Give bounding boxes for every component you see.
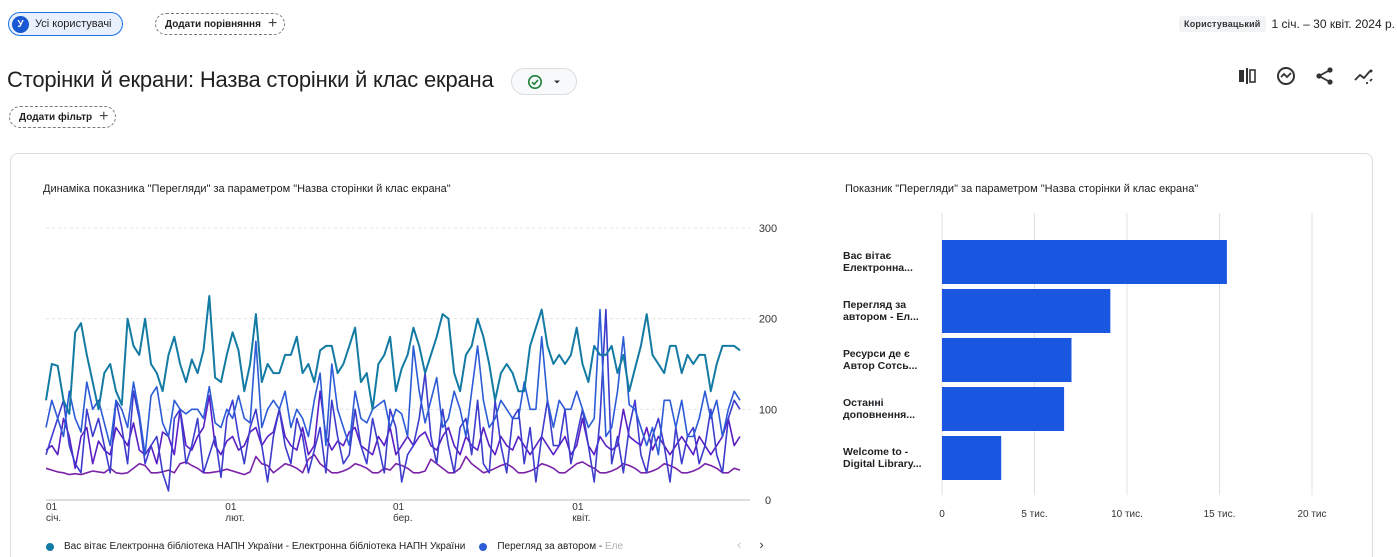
y-tick-label: 200 xyxy=(759,314,777,326)
legend-item-2-label: Перегляд за автором - xyxy=(497,541,605,552)
report-toolbar xyxy=(1236,65,1375,87)
x-tick-sublabel: бер. xyxy=(393,512,413,524)
legend-swatch-2 xyxy=(479,542,488,551)
x-tick-label: 01 xyxy=(572,502,584,513)
chevron-right-icon[interactable]: › xyxy=(759,537,763,552)
y-tick-label: 300 xyxy=(759,223,777,235)
legend-swatch-1 xyxy=(46,542,54,551)
chevron-left-icon[interactable]: ‹ xyxy=(737,537,741,552)
line-chart: 010020030001січ.01лют.01бер.01квіт. xyxy=(45,223,777,524)
date-range-picker[interactable]: Користувацький 1 січ. – 30 квіт. 2024 р. xyxy=(1179,16,1395,32)
x-tick-label: 01 xyxy=(393,502,405,513)
date-type-badge: Користувацький xyxy=(1179,16,1266,32)
bar-chart-title: Показник "Перегляди" за параметром "Назв… xyxy=(845,183,1199,195)
compare-icon[interactable] xyxy=(1236,65,1258,87)
legend-item-1[interactable]: Вас вітає Електронна бібліотека НАПН Укр… xyxy=(64,541,465,552)
legend-item-2-fade: Еле xyxy=(604,541,624,552)
series-line-5 xyxy=(45,453,741,476)
series-line-2 xyxy=(45,308,741,456)
series-line-1 xyxy=(45,295,741,415)
trend-icon[interactable] xyxy=(1353,65,1375,87)
share-icon[interactable] xyxy=(1314,65,1336,87)
y-tick-label: 0 xyxy=(765,495,771,507)
legend-pagination: ‹ › xyxy=(737,537,764,552)
line-chart-legend: Вас вітає Електронна бібліотека НАПН Укр… xyxy=(46,541,623,552)
y-tick-label: 100 xyxy=(759,404,777,416)
x-tick-label: 01 xyxy=(225,502,237,513)
x-tick-sublabel: квіт. xyxy=(572,513,590,524)
x-tick-sublabel: січ. xyxy=(46,513,61,524)
x-tick-label: 01 xyxy=(46,502,58,513)
legend-item-2[interactable]: Перегляд за автором - Еле xyxy=(497,541,623,552)
date-range-text: 1 січ. – 30 квіт. 2024 р. xyxy=(1271,17,1395,31)
x-tick-sublabel: лют. xyxy=(225,513,244,524)
insights-icon[interactable] xyxy=(1275,65,1297,87)
